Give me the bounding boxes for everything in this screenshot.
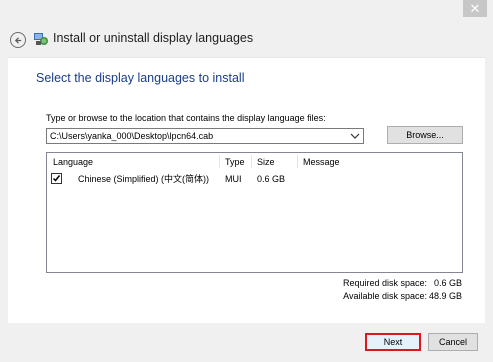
next-button[interactable]: Next [365, 333, 421, 351]
language-checkbox[interactable] [51, 173, 62, 184]
close-icon: ✕ [469, 1, 481, 16]
section-title: Select the display languages to install [36, 71, 245, 85]
cancel-button[interactable]: Cancel [428, 333, 478, 351]
title-bar: ✕ [0, 0, 493, 24]
table-row[interactable]: Chinese (Simplified) (中文(简体)) MUI 0.6 GB [47, 172, 462, 186]
checkmark-icon [52, 175, 61, 182]
page-title: Install or uninstall display languages [53, 31, 254, 45]
column-header-message[interactable]: Message [303, 156, 340, 168]
column-divider [219, 155, 220, 168]
path-label: Type or browse to the location that cont… [46, 113, 326, 123]
close-button[interactable]: ✕ [463, 0, 487, 17]
chevron-down-icon[interactable] [350, 132, 360, 140]
row-size: 0.6 GB [257, 174, 286, 184]
row-type: MUI [225, 174, 242, 184]
language-list[interactable]: Language Type Size Message Chinese (Simp… [46, 152, 463, 273]
column-header-type[interactable]: Type [225, 156, 245, 168]
path-input[interactable]: C:\Users\yanka_000\Desktop\lpcn64.cab [46, 128, 364, 144]
back-arrow-icon [14, 36, 21, 44]
column-divider [297, 155, 298, 168]
path-value: C:\Users\yanka_000\Desktop\lpcn64.cab [50, 131, 214, 141]
language-icon [34, 33, 48, 45]
required-space-value: 0.6 GB [433, 278, 462, 288]
content-panel: Select the display languages to install … [8, 57, 485, 323]
available-space-value: 48.9 GB [428, 291, 462, 301]
column-header-language[interactable]: Language [53, 156, 93, 168]
column-divider [251, 155, 252, 168]
browse-button[interactable]: Browse... [387, 126, 463, 144]
required-space-label: Required disk space: [342, 278, 427, 288]
back-button[interactable] [10, 32, 26, 48]
available-space-label: Available disk space: [343, 291, 427, 301]
column-header-size[interactable]: Size [257, 156, 275, 168]
row-language: Chinese (Simplified) (中文(简体)) [78, 174, 210, 184]
wizard-header: Install or uninstall display languages [0, 24, 493, 57]
